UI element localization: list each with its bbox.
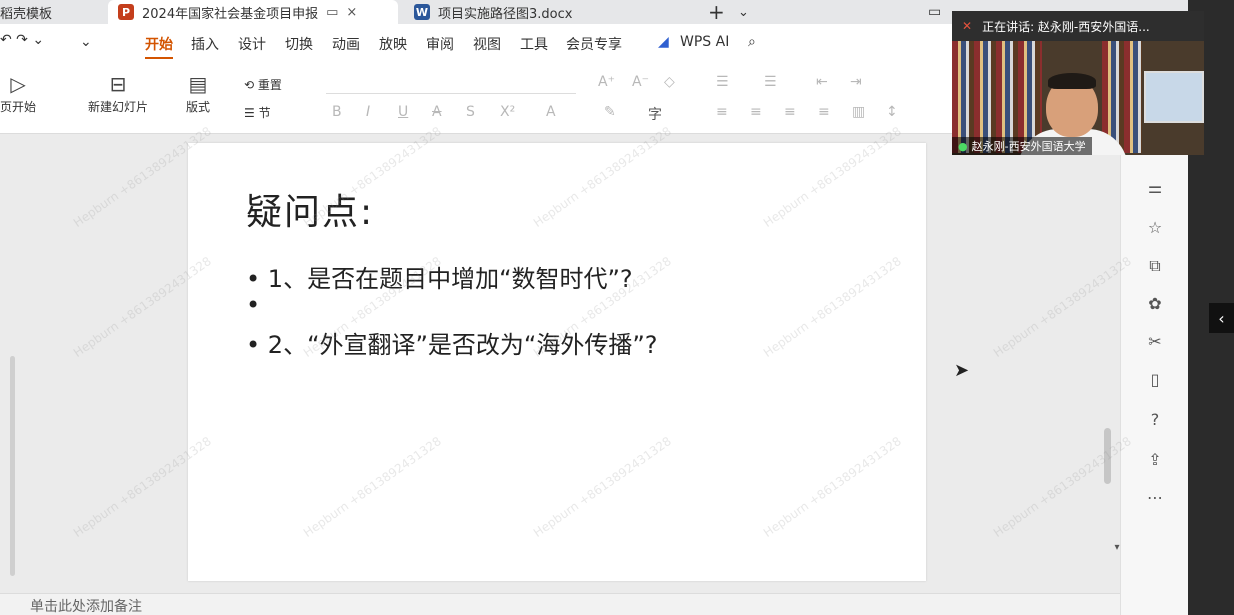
collapse-panel-button[interactable]: ‹ (1209, 303, 1234, 333)
layout-button[interactable]: ▤ 版式 (186, 70, 210, 115)
right-task-panel: ⚌ ☆ ⧉ ✿ ✂ ▯ ? ⇪ ⋯ ▾ (1114, 134, 1188, 615)
tab-document[interactable]: W 项目实施路径图3.docx (408, 0, 698, 24)
wps-ai-button[interactable]: WPS AI (680, 34, 729, 50)
menu-view[interactable]: 视图 (473, 34, 501, 54)
clear-format-icon[interactable]: ◇ (664, 74, 675, 90)
tab-label: 稻壳模板 (0, 6, 53, 22)
tab-template[interactable]: 稻壳模板 (0, 0, 100, 24)
highlight-icon[interactable]: ✎ (604, 104, 616, 120)
line-spacing-icon[interactable]: ↕ (886, 104, 898, 120)
notes-placeholder: 单击此处添加备注 (30, 599, 142, 615)
strikethrough-icon[interactable]: A (432, 104, 442, 120)
tab-label: 2024年国家社会基金项目申报 (142, 6, 319, 22)
tools-icon[interactable]: ✂ (1145, 332, 1165, 351)
window-background (1144, 71, 1204, 123)
font-grow-icon[interactable]: A⁺ (598, 74, 615, 90)
menu-home[interactable]: 开始 (145, 34, 173, 59)
video-conference-window[interactable]: ✕ 正在讲话: 赵永刚-西安外国语... ● 赵永刚-西安外国语大学 (952, 11, 1204, 155)
new-slide-button[interactable]: ⊟ 新建幻灯片 (88, 70, 148, 115)
word-file-icon: W (414, 4, 430, 20)
window-pin-icon[interactable]: ▭ (928, 0, 941, 24)
menu-insert[interactable]: 插入 (191, 34, 219, 54)
bullet-item[interactable]: • (246, 291, 260, 319)
mouse-pointer-icon: ➤ (954, 360, 970, 381)
font-color-icon[interactable]: A (546, 104, 556, 120)
bullet-text: 2、“外宣翻译”是否改为“海外传播”? (267, 331, 658, 359)
align-left-icon[interactable]: ≡ (716, 104, 728, 120)
tab-label: 项目实施路径图3.docx (438, 6, 573, 22)
section-button[interactable]: ☰ 节 (244, 104, 271, 121)
mic-muted-icon: ✕ (962, 19, 973, 33)
tab-close-icon[interactable]: × (346, 5, 357, 20)
slide-canvas[interactable]: 疑问点: • 1、是否在题目中增加“数智时代”? • • 2、“外宣翻译”是否改… (188, 143, 926, 581)
participant-name: 赵永刚-西安外国语大学 (971, 140, 1086, 153)
speaking-text: 正在讲话: 赵永刚-西安外国语... (982, 19, 1150, 34)
bullet-text: 1、是否在题目中增加“数智时代”? (267, 265, 633, 293)
tab-dropdown-icon[interactable]: ⌄ (738, 0, 749, 24)
align-right-icon[interactable]: ≡ (784, 104, 796, 120)
layout-label: 版式 (186, 100, 211, 114)
phonetic-icon[interactable]: 字 (648, 104, 662, 124)
book-icon[interactable]: ▯ (1145, 370, 1165, 389)
help-icon[interactable]: ? (1145, 410, 1165, 429)
font-shrink-icon[interactable]: A⁻ (632, 74, 649, 90)
adjust-icon[interactable]: ⚌ (1145, 178, 1165, 197)
menu-tools[interactable]: 工具 (520, 34, 548, 54)
menu-transition[interactable]: 切换 (285, 34, 313, 54)
superscript-icon[interactable]: X² (500, 104, 515, 120)
more-icon[interactable]: ⋯ (1145, 488, 1165, 507)
left-scrollbar[interactable] (10, 356, 15, 576)
shadow-icon[interactable]: S (466, 104, 475, 120)
menu-member[interactable]: 会员专享 (566, 34, 622, 54)
bold-icon[interactable]: B (332, 104, 342, 120)
distribute-icon[interactable]: ▥ (852, 104, 865, 120)
font-select[interactable] (326, 74, 576, 94)
cast-icon[interactable]: ▭ (326, 5, 338, 20)
star-icon[interactable]: ☆ (1145, 218, 1165, 237)
play-from-start-button[interactable]: ▷ 页开始 (0, 70, 36, 115)
bullet-list-icon[interactable]: ☰ (716, 74, 729, 90)
indent-icon[interactable]: ⇥ (850, 74, 862, 90)
speaker-hair (1048, 73, 1096, 89)
underline-icon[interactable]: U (398, 104, 408, 120)
play-label: 页开始 (0, 100, 37, 114)
mic-active-icon: ● (958, 139, 968, 153)
share-icon[interactable]: ⇪ (1145, 450, 1165, 469)
bullet-item[interactable]: • 1、是否在题目中增加“数智时代”? (246, 259, 633, 294)
slide-title[interactable]: 疑问点: (246, 183, 374, 235)
wps-presentation-window: 稻壳模板 P 2024年国家社会基金项目申报 ▭ × W 项目实施路径图3.do… (0, 0, 1234, 615)
menu-slideshow[interactable]: 放映 (379, 34, 407, 54)
align-center-icon[interactable]: ≡ (750, 104, 762, 120)
search-icon[interactable]: ⌕ (748, 34, 756, 50)
outdent-icon[interactable]: ⇤ (816, 74, 828, 90)
menu-design[interactable]: 设计 (238, 34, 266, 54)
undo-icon[interactable]: ↶ ↷ ⌄ (0, 32, 44, 48)
notes-pane[interactable]: 单击此处添加备注 (0, 593, 1120, 615)
reset-button[interactable]: ⟲ 重置 (244, 76, 282, 93)
italic-icon[interactable]: I (366, 104, 370, 120)
right-scrollbar[interactable] (1104, 428, 1111, 484)
layout-icon: ▤ (188, 72, 208, 96)
reset-label: 重置 (257, 78, 282, 92)
new-tab-button[interactable]: + (708, 0, 725, 24)
scroll-arrows-icon[interactable]: ▾ (1107, 542, 1127, 553)
speaking-indicator-bar: ✕ 正在讲话: 赵永刚-西安外国语... (952, 11, 1204, 41)
justify-icon[interactable]: ≡ (818, 104, 830, 120)
play-icon: ▷ (10, 72, 26, 96)
wps-ai-icon: ◢ (658, 34, 669, 50)
more-chevron-icon[interactable]: ⌄ (80, 34, 92, 50)
new-slide-label: 新建幻灯片 (88, 100, 149, 114)
style-icon[interactable]: ✿ (1145, 294, 1165, 313)
menu-animation[interactable]: 动画 (332, 34, 360, 54)
menu-review[interactable]: 审阅 (426, 34, 454, 54)
section-label: 节 (258, 106, 271, 120)
numbered-list-icon[interactable]: ☰ (764, 74, 777, 90)
tab-presentation[interactable]: P 2024年国家社会基金项目申报 ▭ × (108, 0, 398, 24)
bullet-item[interactable]: • 2、“外宣翻译”是否改为“海外传播”? (246, 325, 658, 360)
participant-name-tag: ● 赵永刚-西安外国语大学 (952, 137, 1092, 155)
copy-icon[interactable]: ⧉ (1145, 256, 1165, 276)
new-slide-icon: ⊟ (109, 72, 127, 96)
presentation-file-icon: P (118, 4, 134, 20)
